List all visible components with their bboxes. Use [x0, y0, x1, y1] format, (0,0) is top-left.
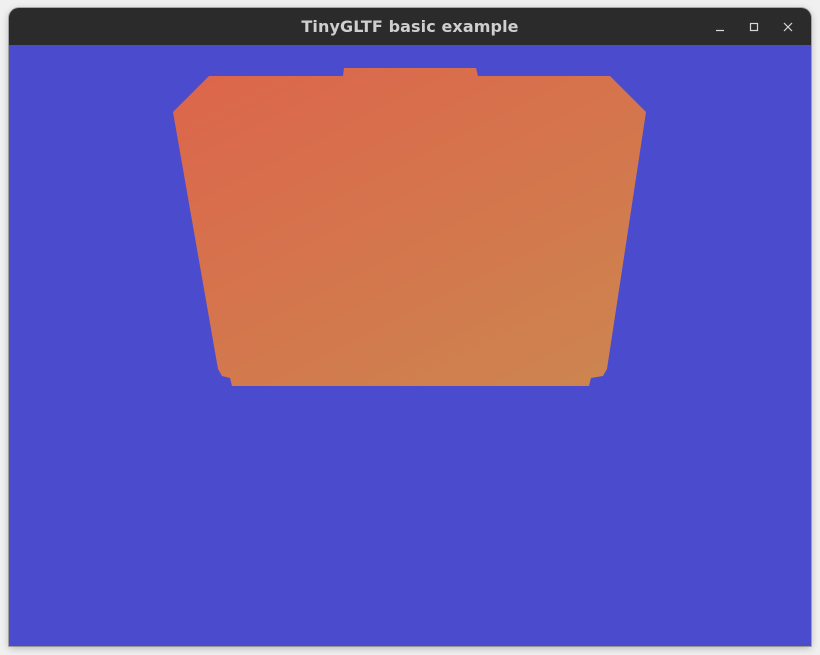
minimize-button[interactable] — [703, 14, 737, 40]
close-button[interactable] — [771, 14, 805, 40]
minimize-icon — [716, 29, 724, 31]
window-controls — [703, 8, 805, 45]
render-viewport[interactable] — [9, 45, 811, 646]
maximize-icon — [749, 22, 759, 31]
title-bar[interactable]: TinyGLTF basic example — [9, 8, 811, 45]
maximize-button[interactable] — [737, 14, 771, 40]
window-title: TinyGLTF basic example — [301, 17, 519, 36]
close-icon — [783, 22, 793, 31]
app-window: TinyGLTF basic example — [9, 8, 811, 646]
scene-canvas — [9, 45, 811, 646]
rendered-model — [173, 68, 646, 386]
